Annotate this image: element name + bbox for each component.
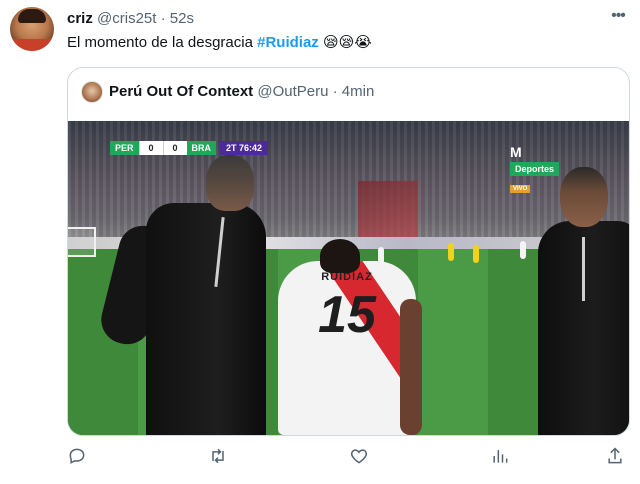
staff-member-right xyxy=(534,167,629,435)
away-team: BRA xyxy=(186,141,217,155)
quoted-author-avatar[interactable] xyxy=(81,81,103,103)
goal-post xyxy=(68,227,96,257)
player-arm xyxy=(400,299,422,435)
views-button[interactable] xyxy=(490,446,512,468)
quoted-author-display-name[interactable]: Perú Out Of Context xyxy=(109,83,253,100)
live-tag: VIVO xyxy=(510,185,531,193)
quoted-tweet-photo[interactable]: PER 0 0 BRA 2T 76:42 M Deportes VIVO RUI… xyxy=(68,121,629,435)
tweet-body: El momento de la desgracia xyxy=(67,34,258,51)
quoted-author-handle[interactable]: @OutPeru xyxy=(257,83,328,100)
analytics-icon xyxy=(493,450,508,463)
home-score: 0 xyxy=(138,141,163,155)
staff-stripe xyxy=(582,237,585,301)
reply-icon xyxy=(69,448,85,464)
home-team: PER xyxy=(110,141,139,155)
retweet-icon xyxy=(212,448,224,464)
author-handle[interactable]: @cris25t xyxy=(97,10,156,27)
player-head xyxy=(320,239,360,273)
match-clock: 2T 76:42 xyxy=(220,141,269,155)
share-button[interactable] xyxy=(605,446,627,468)
author-display-name[interactable]: criz xyxy=(67,10,93,27)
scoreboard-overlay: PER 0 0 BRA 2T 76:42 xyxy=(110,141,269,155)
distant-player xyxy=(473,245,479,263)
avatar-shirt xyxy=(10,39,54,51)
player-shirt: RUIDIAZ 15 xyxy=(278,261,416,435)
staff-head xyxy=(206,155,254,211)
more-options-icon[interactable]: ••• xyxy=(608,8,628,28)
tweet-header: criz @cris25t · 52s xyxy=(67,9,194,29)
tweet-text: El momento de la desgracia #Ruidiaz 😪😪😭 xyxy=(67,33,372,53)
header-separator: · xyxy=(160,10,166,27)
tweet-timestamp[interactable]: 52s xyxy=(170,10,194,27)
distant-player xyxy=(520,241,526,259)
staff-member-left xyxy=(96,155,270,435)
reply-button[interactable] xyxy=(67,446,89,468)
quoted-tweet-header: Perú Out Of Context @OutPeru · 4min xyxy=(109,82,374,102)
heart-icon xyxy=(350,449,368,464)
retweet-button[interactable] xyxy=(208,446,230,468)
quoted-tweet-card[interactable]: Perú Out Of Context @OutPeru · 4min PER … xyxy=(67,67,630,436)
tweet-action-bar xyxy=(67,446,630,470)
away-score: 0 xyxy=(162,141,187,155)
quoted-header-separator: · xyxy=(332,83,338,100)
quoted-tweet-timestamp[interactable]: 4min xyxy=(342,83,375,100)
avatar-hair xyxy=(18,9,46,23)
author-avatar[interactable] xyxy=(10,7,54,51)
staff-head xyxy=(560,167,608,227)
staff-body xyxy=(146,203,266,435)
share-icon xyxy=(608,447,622,464)
tweet-emojis: 😪😪😭 xyxy=(322,34,372,51)
shirt-number: 15 xyxy=(318,286,376,344)
hashtag-link[interactable]: #Ruidiaz xyxy=(257,34,319,51)
like-button[interactable] xyxy=(349,446,371,468)
substitute-player: RUIDIAZ 15 xyxy=(272,239,422,435)
distant-player xyxy=(448,243,454,261)
broadcaster-mark: M xyxy=(510,144,522,160)
stadium-red-section xyxy=(358,181,418,241)
